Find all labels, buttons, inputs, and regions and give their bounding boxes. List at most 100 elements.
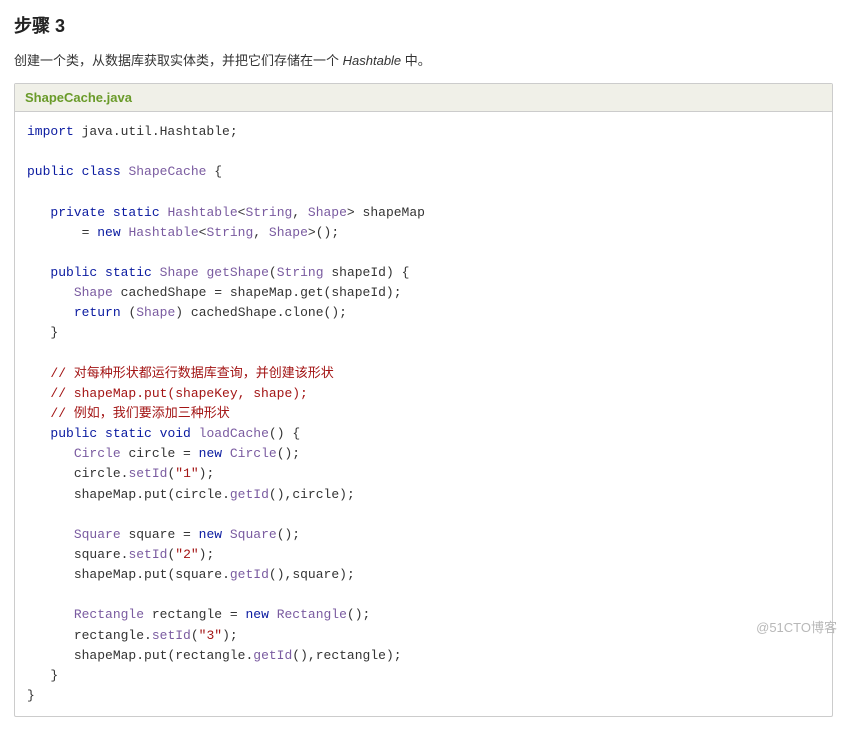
code-filename: ShapeCache.java	[15, 84, 832, 112]
brace: {	[292, 426, 300, 441]
kw-private: private	[50, 205, 105, 220]
parens: ()	[269, 487, 285, 502]
semi: ;	[347, 487, 355, 502]
paren: )	[175, 305, 183, 320]
semi: ;	[292, 527, 300, 542]
field-name: shapeMap	[355, 205, 425, 220]
type-string: String	[277, 265, 324, 280]
call: cachedShape.clone	[191, 305, 324, 320]
semi: ;	[206, 466, 214, 481]
call: setId	[152, 628, 191, 643]
brace: }	[50, 325, 58, 340]
parens: ()	[269, 567, 285, 582]
dot: .	[144, 628, 152, 643]
type-string: String	[245, 205, 292, 220]
angle: >	[308, 225, 316, 240]
parens: ()	[269, 426, 285, 441]
desc-hashtable-em: Hashtable	[343, 53, 402, 68]
string-literal: "3"	[199, 628, 222, 643]
call: shapeMap.put	[74, 648, 168, 663]
var: circle	[74, 466, 121, 481]
semi: ;	[339, 305, 347, 320]
step-description: 创建一个类，从数据库获取实体类，并把它们存储在一个 Hashtable 中。	[14, 50, 833, 69]
kw-new: new	[97, 225, 120, 240]
eq: =	[74, 225, 97, 240]
method-getshape: getShape	[206, 265, 268, 280]
kw-new: new	[199, 446, 222, 461]
var: circle	[128, 446, 175, 461]
kw-return: return	[74, 305, 121, 320]
step-heading: 步骤 3	[14, 12, 833, 38]
code-container: ShapeCache.java import java.util.Hashtab…	[14, 83, 833, 717]
semi: ;	[347, 567, 355, 582]
kw-new: new	[245, 607, 268, 622]
type-hashtable: Hashtable	[128, 225, 198, 240]
string-literal: "1"	[175, 466, 198, 481]
parens: ()	[347, 607, 363, 622]
call: setId	[128, 466, 167, 481]
kw-public: public	[50, 265, 97, 280]
var: square	[292, 567, 339, 582]
dot: .	[222, 487, 230, 502]
type-square: Square	[74, 527, 121, 542]
dot: .	[222, 567, 230, 582]
kw-void: void	[160, 426, 191, 441]
kw-public: public	[50, 426, 97, 441]
paren: (	[191, 628, 199, 643]
var: rectangle	[152, 607, 222, 622]
var: circle	[292, 487, 339, 502]
dot: .	[245, 648, 253, 663]
brace: }	[27, 688, 35, 703]
parens: ()	[292, 648, 308, 663]
desc-text-before: 创建一个类，从数据库获取实体类，并把它们存储在一个	[14, 53, 343, 68]
comment: // 例如，我们要添加三种形状	[50, 406, 229, 421]
paren: )	[339, 487, 347, 502]
type-rectangle: Rectangle	[74, 607, 144, 622]
string-literal: "2"	[175, 547, 198, 562]
parens: ()	[277, 446, 293, 461]
eq: =	[175, 527, 198, 542]
paren: (	[167, 648, 175, 663]
call: setId	[128, 547, 167, 562]
call: getId	[230, 487, 269, 502]
brace: }	[50, 668, 58, 683]
var: rectangle	[74, 628, 144, 643]
kw-static: static	[105, 265, 152, 280]
parens: ()	[324, 305, 340, 320]
type-shape: Shape	[74, 285, 113, 300]
paren: )	[386, 265, 394, 280]
call: getId	[253, 648, 292, 663]
comment: // 对每种形状都运行数据库查询，并创建该形状	[50, 366, 333, 381]
brace: {	[214, 164, 222, 179]
semi: ;	[394, 285, 402, 300]
var: cachedShape	[121, 285, 207, 300]
comment: // shapeMap.put(shapeKey, shape);	[50, 386, 307, 401]
type-shape: Shape	[269, 225, 308, 240]
import-path: java.util.Hashtable;	[74, 124, 238, 139]
desc-text-after: 中。	[401, 53, 431, 68]
kw-static: static	[113, 205, 160, 220]
paren: )	[386, 648, 394, 663]
var: rectangle	[175, 648, 245, 663]
eq: =	[222, 607, 245, 622]
paren: )	[339, 567, 347, 582]
type-rectangle: Rectangle	[277, 607, 347, 622]
var: circle	[175, 487, 222, 502]
type-circle: Circle	[74, 446, 121, 461]
semi: ;	[206, 547, 214, 562]
paren: (	[269, 265, 277, 280]
call: shapeMap.put	[74, 487, 168, 502]
semi: ;	[230, 628, 238, 643]
call: shapeMap.put	[74, 567, 168, 582]
eq: =	[206, 285, 229, 300]
semi: ;	[363, 607, 371, 622]
arg: shapeId	[331, 285, 386, 300]
class-name: ShapeCache	[121, 164, 215, 179]
type-circle: Circle	[230, 446, 277, 461]
kw-new: new	[199, 527, 222, 542]
call: shapeMap.get	[230, 285, 324, 300]
var: square	[175, 567, 222, 582]
code-block: import java.util.Hashtable; public class…	[15, 112, 832, 716]
comma: ,	[308, 648, 316, 663]
kw-import: import	[27, 124, 74, 139]
